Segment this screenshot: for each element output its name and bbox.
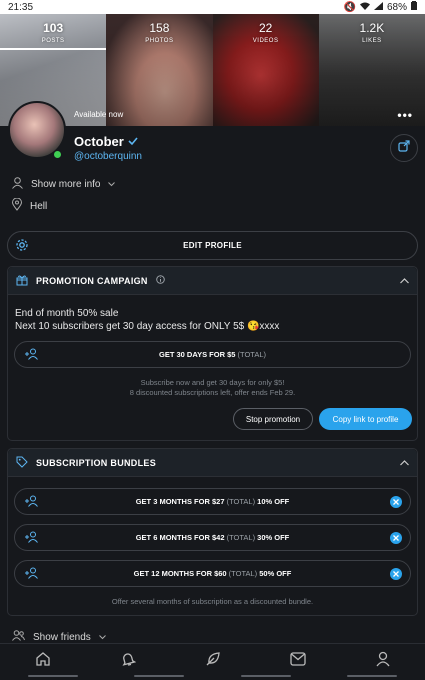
bundle-item[interactable]: GET 12 MONTHS FOR $60 (TOTAL) 50% OFF [14,560,411,587]
stat-value: 158 [149,21,170,35]
feather-icon[interactable] [200,649,226,669]
location-row: Hell [11,197,48,214]
battery-icon [411,1,417,13]
promotion-note: Subscribe now and get 30 days for only $… [8,378,417,398]
verified-icon [128,134,138,149]
chevron-up-icon[interactable] [400,276,409,286]
promotion-line-1: End of month 50% sale [15,308,119,319]
home-indicator [0,675,425,677]
bundles-note: Offer several months of subscription as … [111,597,314,606]
close-icon[interactable] [390,532,402,544]
edit-profile-button[interactable]: EDIT PROFILE [7,231,418,260]
bundle-item[interactable]: GET 3 MONTHS FOR $27 (TOTAL) 10% OFF [14,488,411,515]
bundle-discount: 10% OFF [257,497,290,506]
stat-value: 22 [258,21,273,35]
stat-likes[interactable]: 1.2K LIKES [319,14,425,50]
share-icon [398,139,410,157]
promotion-offer-pill[interactable]: GET 30 DAYS FOR $5 (TOTAL) [14,341,411,368]
wifi-icon [359,2,370,13]
home-icon[interactable] [30,649,56,669]
bundle-main: GET 6 MONTHS FOR $42 [135,533,225,542]
add-user-icon [25,495,39,509]
bundle-text: GET 6 MONTHS FOR $42 (TOTAL) 30% OFF [136,533,290,542]
gear-icon [15,238,29,254]
promotion-note-line-2: 8 discounted subscriptions left, offer e… [129,388,296,397]
bundle-total: (TOTAL) [228,569,258,578]
stat-value: 1.2K [359,21,385,35]
chevron-down-icon [98,632,106,643]
more-options-icon[interactable]: ••• [397,108,413,122]
profile-stats: 103 POSTS 158 PHOTOS 22 VIDEOS 1.2K LIKE… [0,14,425,50]
bundle-discount: 30% OFF [257,533,290,542]
profile-icon[interactable] [370,649,396,669]
profile-handle[interactable]: @octoberquinn [74,151,142,162]
online-indicator [53,150,62,159]
profile-banner: 103 POSTS 158 PHOTOS 22 VIDEOS 1.2K LIKE… [0,14,425,126]
promotion-message: End of month 50% sale Next 10 subscriber… [8,295,417,333]
mute-icon: 🔇 [343,1,356,13]
stat-photos[interactable]: 158 PHOTOS [106,14,212,50]
stat-posts[interactable]: 103 POSTS [0,14,107,50]
close-icon[interactable] [390,568,402,580]
profile-name-row: October [74,134,138,149]
bundle-discount: 50% OFF [259,569,292,578]
add-user-icon [25,531,39,545]
promotion-line-2: Next 10 subscribers get 30 day access fo… [15,321,280,332]
availability-status: Available now [74,110,124,119]
bottom-navigation [0,643,425,680]
profile-name: October [74,134,124,149]
bundle-text: GET 3 MONTHS FOR $27 (TOTAL) 10% OFF [136,497,290,506]
stat-label: VIDEOS [252,38,279,44]
edit-profile-label: EDIT PROFILE [183,241,242,250]
stat-videos[interactable]: 22 VIDEOS [213,14,319,50]
show-more-info-label: Show more info [31,179,101,190]
share-profile-button[interactable] [390,134,418,162]
stat-value: 103 [43,21,64,35]
offer-text: GET 30 DAYS FOR $5 (TOTAL) [159,350,266,359]
offer-total: (TOTAL) [237,350,266,359]
status-icons: 🔇 68% [344,1,417,13]
tag-icon [16,456,28,470]
signal-icon [373,1,383,13]
bundle-total: (TOTAL) [226,533,256,542]
chevron-up-icon[interactable] [400,458,409,468]
bundles-card-title: SUBSCRIPTION BUNDLES [36,457,157,468]
gift-icon [16,274,28,288]
offer-main: GET 30 DAYS FOR $5 [159,350,236,359]
show-more-info[interactable]: Show more info [12,177,116,192]
stat-label: PHOTOS [145,38,174,44]
promotion-card-title: PROMOTION CAMPAIGN [36,275,148,286]
friends-icon [12,630,25,644]
bundle-item[interactable]: GET 6 MONTHS FOR $42 (TOTAL) 30% OFF [14,524,411,551]
promotion-note-line-1: Subscribe now and get 30 days for only $… [140,378,285,387]
add-user-icon [25,567,39,581]
bundles-card-header[interactable]: SUBSCRIPTION BUNDLES [8,449,417,477]
bundle-total: (TOTAL) [226,497,256,506]
bundle-main: GET 3 MONTHS FOR $27 [135,497,225,506]
user-icon [12,177,23,192]
bundle-text: GET 12 MONTHS FOR $60 (TOTAL) 50% OFF [134,569,292,578]
bundle-main: GET 12 MONTHS FOR $60 [133,569,227,578]
show-friends[interactable]: Show friends [12,630,106,644]
location-pin-icon [11,197,23,214]
location-text: Hell [30,200,48,212]
close-icon[interactable] [390,496,402,508]
stat-label: POSTS [41,38,65,44]
subscription-bundles-card: SUBSCRIPTION BUNDLES GET 3 MONTHS FOR $2… [7,448,418,616]
stop-promotion-button[interactable]: Stop promotion [233,408,313,430]
copy-link-button[interactable]: Copy link to profile [319,408,412,430]
add-user-icon [25,348,39,362]
status-time: 21:35 [8,1,34,13]
promotion-campaign-card: PROMOTION CAMPAIGN End of month 50% sale… [7,266,418,441]
bell-icon[interactable] [115,649,141,669]
info-icon[interactable] [155,275,165,286]
promotion-card-header[interactable]: PROMOTION CAMPAIGN [8,267,417,295]
status-bar: 21:35 🔇 68% [0,0,425,14]
show-friends-label: Show friends [33,631,91,643]
battery-level: 68% [386,1,407,13]
message-icon[interactable] [285,649,311,669]
chevron-down-icon [108,179,116,190]
stat-label: LIKES [362,38,382,44]
